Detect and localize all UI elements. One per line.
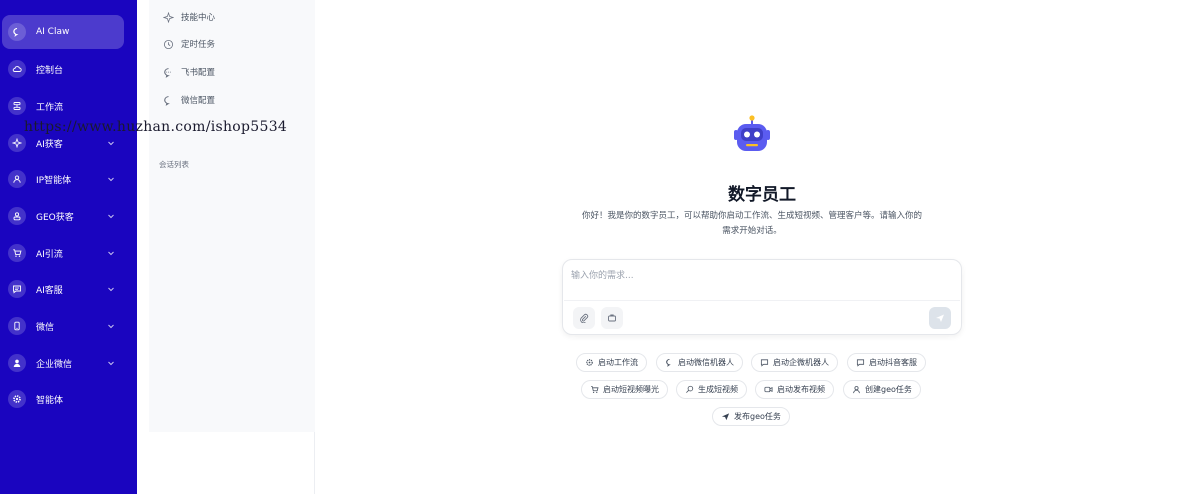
sidebar-item-label: AI Claw xyxy=(36,27,70,37)
session-list-title: 会话列表 xyxy=(159,160,189,169)
menu-item-label: 微信配置 xyxy=(181,96,216,106)
robot-icon xyxy=(734,115,770,151)
quick-action-start-douyin-service[interactable]: 启动抖音客服 xyxy=(847,353,926,372)
menu-item-feishu-config[interactable]: 飞书配置 xyxy=(163,64,215,80)
quick-action-start-publish-video[interactable]: 启动发布视频 xyxy=(755,380,834,399)
sidebar-item-wecom[interactable]: 企业微信 xyxy=(2,346,124,380)
chevron-down-icon xyxy=(108,251,114,256)
sidebar-item-label: AI获客 xyxy=(36,139,63,150)
sidebar-item-label: 智能体 xyxy=(36,395,64,406)
phone-icon xyxy=(8,317,26,335)
video-icon xyxy=(764,386,773,393)
user-badge-icon xyxy=(8,207,26,225)
quick-action-create-geo-task[interactable]: 创建geo任务 xyxy=(843,380,921,399)
quick-action-start-wecom-bot[interactable]: 启动企微机器人 xyxy=(751,353,838,372)
user-icon xyxy=(853,386,860,394)
subtitle-line: 需求开始对话。 xyxy=(722,226,782,236)
sidebar-item-ip-agent[interactable]: IP智能体 xyxy=(2,162,124,196)
quick-action-start-video-exposure[interactable]: 启动短视频曝光 xyxy=(581,380,668,399)
send-button[interactable] xyxy=(929,307,951,329)
chip-label: 启动微信机器人 xyxy=(678,358,734,367)
chip-label: 创建geo任务 xyxy=(865,385,912,394)
user-icon xyxy=(8,170,26,188)
chat-bubble-icon xyxy=(8,23,26,41)
quick-action-start-wechat-bot[interactable]: 启动微信机器人 xyxy=(656,353,743,372)
search-icon xyxy=(686,385,694,393)
sidebar-item-ai-service[interactable]: AI客服 xyxy=(2,272,124,306)
toolbox-button[interactable] xyxy=(601,307,623,329)
quick-action-generate-video[interactable]: 生成短视频 xyxy=(676,380,747,399)
chat-input[interactable] xyxy=(571,268,951,284)
sidebar-item-label: 工作流 xyxy=(36,102,64,113)
sidebar-item-label: GEO获客 xyxy=(36,212,74,223)
sidebar-item-label: 控制台 xyxy=(36,65,64,76)
chat-bubble-icon xyxy=(164,95,170,106)
page-title: 数字员工 xyxy=(728,185,796,205)
menu-item-label: 飞书配置 xyxy=(181,68,216,78)
menu-item-label: 定时任务 xyxy=(181,40,216,50)
chevron-down-icon xyxy=(108,141,114,146)
menu-item-skill-center[interactable]: 技能中心 xyxy=(163,9,215,25)
page-subtitle: 你好！我是你的数字员工，可以帮助你启动工作流、生成短视频、管理客户等。请输入你的… xyxy=(556,209,948,239)
briefcase-icon xyxy=(608,314,616,322)
chat-dots-icon xyxy=(164,67,171,78)
sparkle-icon xyxy=(8,134,26,152)
chip-label: 启动短视频曝光 xyxy=(603,385,659,394)
sidebar-item-geo-acquire[interactable]: GEO获客 xyxy=(2,199,124,233)
clock-icon xyxy=(163,39,174,49)
menu-item-label: 技能中心 xyxy=(181,13,216,23)
sidebar-item-console[interactable]: 控制台 xyxy=(2,52,124,86)
sidebar-item-agent[interactable]: 智能体 xyxy=(2,382,124,416)
chevron-down-icon xyxy=(108,361,114,366)
message-square-icon xyxy=(856,359,865,367)
message-square-icon xyxy=(8,280,26,298)
chevron-down-icon xyxy=(108,324,114,329)
quick-action-start-workflow[interactable]: 启动工作流 xyxy=(576,353,647,372)
chip-label: 发布geo任务 xyxy=(734,412,781,421)
chevron-down-icon xyxy=(108,177,114,182)
composer-divider xyxy=(564,300,960,301)
workflow-icon xyxy=(8,97,26,115)
send-icon xyxy=(721,413,730,421)
menu-item-wechat-config[interactable]: 微信配置 xyxy=(163,92,215,108)
sidebar-item-ai-traffic[interactable]: AI引流 xyxy=(2,236,124,270)
cart-icon xyxy=(591,386,599,394)
cloud-icon xyxy=(8,60,26,78)
person-icon xyxy=(8,354,26,372)
quick-action-publish-geo-task[interactable]: 发布geo任务 xyxy=(712,407,790,426)
menu-item-scheduled-tasks[interactable]: 定时任务 xyxy=(163,36,215,52)
paperclip-icon xyxy=(580,313,589,323)
chip-label: 启动抖音客服 xyxy=(869,358,917,367)
sidebar-item-label: IP智能体 xyxy=(36,175,72,186)
watermark-url: https://www.huzhan.com/ishop5534 xyxy=(24,119,288,135)
chevron-down-icon xyxy=(108,214,114,219)
chip-label: 启动发布视频 xyxy=(777,385,825,394)
sparkle-icon xyxy=(163,11,174,23)
sidebar-item-ai-claw[interactable]: AI Claw xyxy=(2,15,124,49)
sidebar-item-label: AI客服 xyxy=(36,285,63,296)
chip-label: 生成短视频 xyxy=(698,385,738,394)
attach-button[interactable] xyxy=(573,307,595,329)
cart-icon xyxy=(8,244,26,262)
send-icon xyxy=(936,314,944,322)
sidebar-item-label: 企业微信 xyxy=(36,359,73,370)
sidebar-item-workflow[interactable]: 工作流 xyxy=(2,89,124,123)
gear-icon xyxy=(586,359,593,366)
message-square-icon xyxy=(760,359,769,367)
sidebar-item-label: AI引流 xyxy=(36,249,63,260)
gear-icon xyxy=(8,390,26,408)
chat-bubble-icon xyxy=(666,358,671,367)
chip-label: 启动企微机器人 xyxy=(773,358,829,367)
sidebar-item-label: 微信 xyxy=(36,322,55,333)
secondary-panel: 技能中心 定时任务 飞书配置 微信配置 会话列表 xyxy=(137,0,315,494)
chevron-down-icon xyxy=(108,287,114,292)
chip-label: 启动工作流 xyxy=(598,358,638,367)
primary-sidebar: AI Claw 控制台 工作流 AI获客 IP智能体 GEO获客 AI引流 AI… xyxy=(0,0,137,494)
sidebar-item-wechat[interactable]: 微信 xyxy=(2,309,124,343)
subtitle-line: 你好！我是你的数字员工，可以帮助你启动工作流、生成短视频、管理客户等。请输入你的 xyxy=(581,211,922,221)
chat-composer xyxy=(562,259,962,335)
